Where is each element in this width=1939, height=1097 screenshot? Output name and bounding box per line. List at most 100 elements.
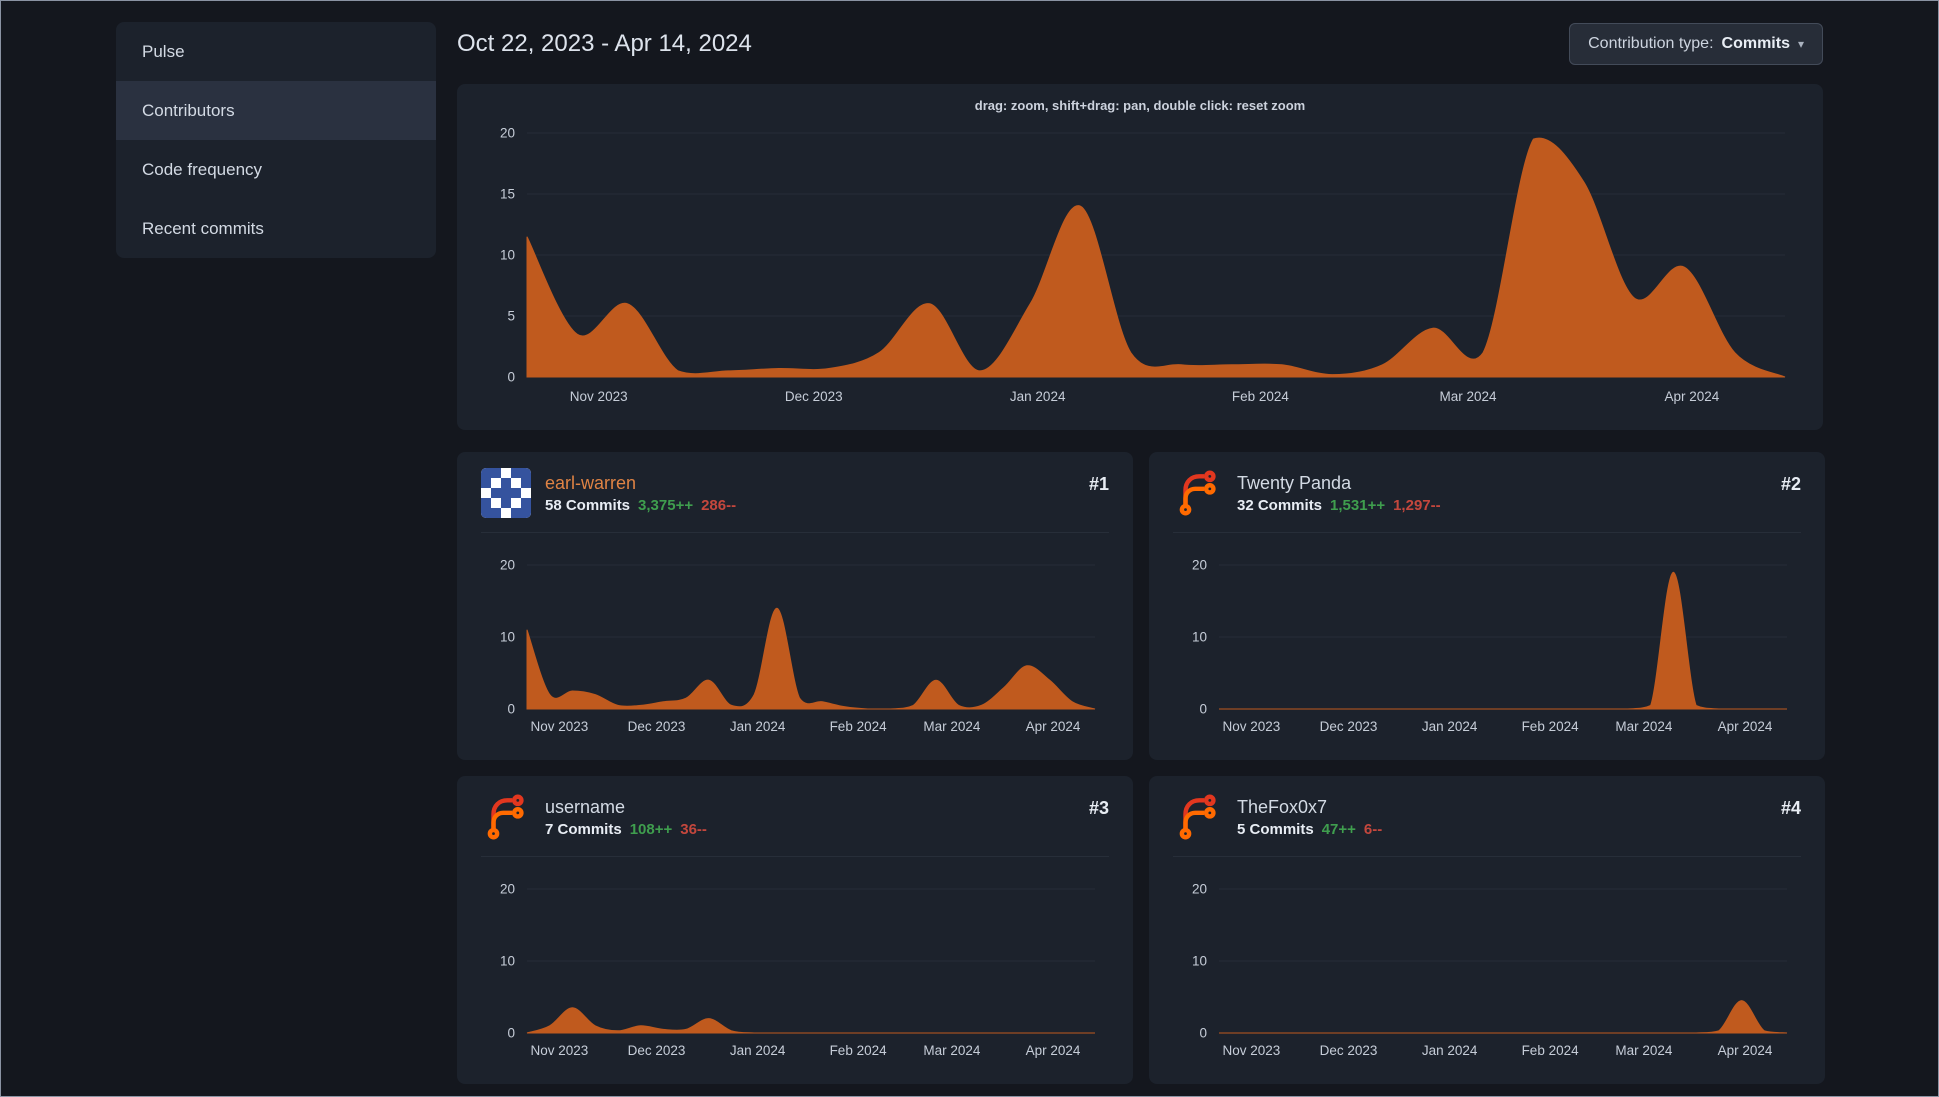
svg-text:Mar 2024: Mar 2024 [1615, 1043, 1673, 1058]
sidebar-item-recent-commits[interactable]: Recent commits [116, 199, 436, 258]
svg-text:Feb 2024: Feb 2024 [830, 719, 888, 734]
svg-text:Dec 2023: Dec 2023 [628, 1043, 686, 1058]
deletions-count: 1,297-- [1393, 496, 1441, 514]
contributor-rank: #4 [1780, 798, 1801, 818]
contribution-type-label: Contribution type: [1588, 35, 1714, 52]
contributor-area-chart[interactable]: 0 10 20 Nov 2023 Dec 2023 Jan 2024 Feb 2024 Mar… [1173, 541, 1801, 741]
contributor-name[interactable]: TheFox0x7 [1237, 797, 1382, 818]
contributor-header: earl-warren 58 Commits 3,375++ 286-- #1 [481, 452, 1109, 533]
contributor-rank: #1 [1088, 474, 1109, 494]
svg-text:Jan 2024: Jan 2024 [1422, 719, 1478, 734]
additions-count: 47++ [1321, 820, 1356, 838]
contribution-type-dropdown[interactable]: Contribution type: Commits ▾ [1569, 23, 1823, 65]
additions-count: 3,375++ [638, 496, 694, 514]
chart-zoom-hint: drag: zoom, shift+drag: pan, double clic… [974, 98, 1306, 113]
contributor-rank: #2 [1780, 474, 1801, 494]
contributor-rank: #3 [1088, 798, 1109, 818]
avatar-forgejo-logo[interactable] [1173, 468, 1223, 518]
contributor-name[interactable]: Twenty Panda [1237, 473, 1441, 494]
svg-text:10: 10 [500, 954, 515, 969]
svg-text:Mar 2024: Mar 2024 [1615, 719, 1673, 734]
contributor-chart-wrap: 0 10 20 Nov 2023 Dec 2023 Jan 2024 Feb 2024 Mar… [481, 857, 1109, 1070]
contributor-info: username 7 Commits 108++ 36-- [545, 797, 707, 838]
svg-text:0: 0 [1199, 702, 1207, 717]
contributor-info: earl-warren 58 Commits 3,375++ 286-- [545, 473, 736, 514]
svg-text:Nov 2023: Nov 2023 [1223, 1043, 1281, 1058]
contributor-stats: 32 Commits 1,531++ 1,297-- [1237, 497, 1441, 514]
commit-count: 32 Commits [1237, 496, 1323, 514]
contribution-type-value: Commits [1721, 35, 1790, 52]
deletions-count: 6-- [1363, 820, 1383, 838]
contributor-area-chart[interactable]: 0 10 20 Nov 2023 Dec 2023 Jan 2024 Feb 2024 Mar… [481, 541, 1109, 741]
svg-text:Nov 2023: Nov 2023 [531, 1043, 589, 1058]
additions-count: 1,531++ [1330, 496, 1386, 514]
contributor-info: Twenty Panda 32 Commits 1,531++ 1,297-- [1237, 473, 1441, 514]
svg-text:Nov 2023: Nov 2023 [1223, 719, 1281, 734]
svg-text:Feb 2024: Feb 2024 [1522, 719, 1580, 734]
contributor-area-chart[interactable]: 0 10 20 Nov 2023 Dec 2023 Jan 2024 Feb 2024 Mar… [1173, 865, 1801, 1065]
svg-text:20: 20 [500, 126, 515, 141]
topbar: Oct 22, 2023 - Apr 14, 2024 Contribution… [457, 18, 1823, 70]
avatar-forgejo-logo[interactable] [481, 792, 531, 842]
svg-text:Feb 2024: Feb 2024 [830, 1043, 888, 1058]
sidebar-item-contributors[interactable]: Contributors [116, 81, 436, 140]
contributor-card-3: username 7 Commits 108++ 36-- #3 0 10 20 No… [457, 776, 1133, 1084]
svg-text:0: 0 [507, 1026, 515, 1041]
sidebar-item-code-frequency[interactable]: Code frequency [116, 140, 436, 199]
svg-text:Apr 2024: Apr 2024 [1026, 1043, 1081, 1058]
additions-count: 108++ [629, 820, 673, 838]
svg-text:0: 0 [507, 702, 515, 717]
svg-text:Mar 2024: Mar 2024 [923, 719, 981, 734]
svg-text:10: 10 [1192, 630, 1207, 645]
svg-text:10: 10 [500, 630, 515, 645]
contributor-name[interactable]: earl-warren [545, 473, 736, 494]
svg-text:Nov 2023: Nov 2023 [570, 389, 628, 404]
deletions-count: 286-- [701, 496, 737, 514]
main-content: Oct 22, 2023 - Apr 14, 2024 Contribution… [457, 22, 1825, 1084]
svg-text:10: 10 [500, 248, 515, 263]
total-commits-chart-card: drag: zoom, shift+drag: pan, double clic… [457, 84, 1823, 430]
svg-text:Feb 2024: Feb 2024 [1232, 389, 1290, 404]
svg-text:Dec 2023: Dec 2023 [1320, 719, 1378, 734]
svg-text:Dec 2023: Dec 2023 [785, 389, 843, 404]
contributor-chart-wrap: 0 10 20 Nov 2023 Dec 2023 Jan 2024 Feb 2024 Mar… [481, 533, 1109, 746]
date-range-title: Oct 22, 2023 - Apr 14, 2024 [457, 30, 752, 57]
svg-text:Jan 2024: Jan 2024 [1010, 389, 1066, 404]
avatar-forgejo-logo[interactable] [1173, 792, 1223, 842]
svg-text:20: 20 [1192, 558, 1207, 573]
commit-count: 5 Commits [1237, 820, 1314, 838]
contributor-area-chart[interactable]: 0 10 20 Nov 2023 Dec 2023 Jan 2024 Feb 2024 Mar… [481, 865, 1109, 1065]
svg-text:Jan 2024: Jan 2024 [730, 1043, 786, 1058]
svg-text:Feb 2024: Feb 2024 [1522, 1043, 1580, 1058]
deletions-count: 36-- [680, 820, 707, 838]
svg-text:Jan 2024: Jan 2024 [1422, 1043, 1478, 1058]
contributor-header: Twenty Panda 32 Commits 1,531++ 1,297-- … [1173, 452, 1801, 533]
contributor-stats: 5 Commits 47++ 6-- [1237, 821, 1382, 838]
svg-text:Nov 2023: Nov 2023 [531, 719, 589, 734]
contributor-name[interactable]: username [545, 797, 707, 818]
svg-text:Apr 2024: Apr 2024 [1718, 1043, 1773, 1058]
svg-text:10: 10 [1192, 954, 1207, 969]
svg-text:0: 0 [507, 370, 515, 385]
total-commits-area-chart[interactable]: 0 5 10 15 20 Nov 2023 Dec 2023 Jan 2024 Feb 2024… [481, 115, 1801, 411]
avatar-identicon[interactable] [481, 468, 531, 518]
contributor-chart-wrap: 0 10 20 Nov 2023 Dec 2023 Jan 2024 Feb 2024 Mar… [1173, 857, 1801, 1070]
commit-count: 58 Commits [545, 496, 631, 514]
chevron-down-icon: ▾ [1797, 37, 1804, 51]
svg-text:5: 5 [507, 309, 515, 324]
svg-text:20: 20 [500, 882, 515, 897]
svg-text:Mar 2024: Mar 2024 [923, 1043, 981, 1058]
svg-text:20: 20 [1192, 882, 1207, 897]
svg-text:Dec 2023: Dec 2023 [628, 719, 686, 734]
sidebar-item-pulse[interactable]: Pulse [116, 22, 436, 81]
contributor-header: TheFox0x7 5 Commits 47++ 6-- #4 [1173, 776, 1801, 857]
svg-text:Apr 2024: Apr 2024 [1026, 719, 1081, 734]
contributor-card-4: TheFox0x7 5 Commits 47++ 6-- #4 0 10 20 Nov… [1149, 776, 1825, 1084]
contributor-info: TheFox0x7 5 Commits 47++ 6-- [1237, 797, 1382, 838]
contributor-card-1: earl-warren 58 Commits 3,375++ 286-- #1 … [457, 452, 1133, 760]
svg-text:Jan 2024: Jan 2024 [730, 719, 786, 734]
svg-text:Mar 2024: Mar 2024 [1439, 389, 1497, 404]
svg-text:20: 20 [500, 558, 515, 573]
contributor-card-2: Twenty Panda 32 Commits 1,531++ 1,297-- … [1149, 452, 1825, 760]
contributor-stats: 58 Commits 3,375++ 286-- [545, 497, 736, 514]
